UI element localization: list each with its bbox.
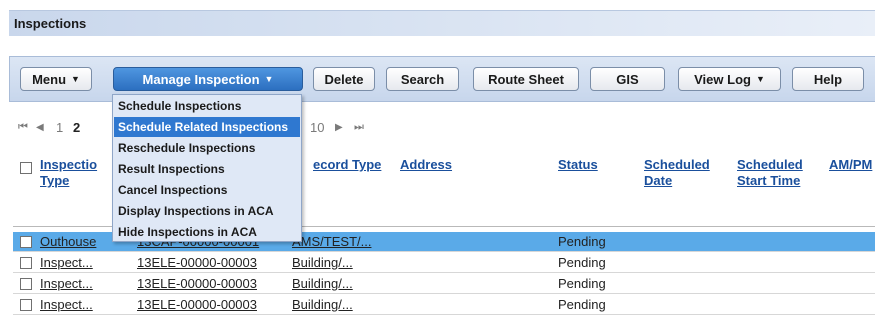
- menu-button[interactable]: Menu ▼: [20, 67, 92, 91]
- chevron-down-icon: ▼: [264, 74, 274, 84]
- inspection-type-link[interactable]: Inspect...: [40, 255, 93, 270]
- menu-item-reschedule-inspections[interactable]: Reschedule Inspections: [114, 138, 300, 158]
- row-checkbox[interactable]: [20, 278, 32, 290]
- column-header-record-type[interactable]: ecord Type: [313, 157, 381, 173]
- prev-page-icon[interactable]: ◀: [36, 122, 44, 133]
- record-type-link[interactable]: Building/...: [292, 297, 353, 312]
- row-checkbox[interactable]: [20, 299, 32, 311]
- status-cell: Pending: [558, 234, 606, 249]
- page-link-2[interactable]: 2: [73, 120, 80, 135]
- chevron-down-icon: ▼: [755, 74, 765, 84]
- record-id-link[interactable]: 13ELE-00000-00003: [137, 276, 257, 291]
- inspection-type-link[interactable]: Inspect...: [40, 276, 93, 291]
- page-title: Inspections: [14, 16, 87, 31]
- status-cell: Pending: [558, 255, 606, 270]
- status-cell: Pending: [558, 276, 606, 291]
- gis-button-label: GIS: [616, 71, 639, 87]
- route-sheet-button[interactable]: Route Sheet: [473, 67, 579, 91]
- chevron-down-icon: ▼: [71, 74, 80, 84]
- menu-item-cancel-inspections[interactable]: Cancel Inspections: [114, 180, 300, 200]
- inspection-type-link[interactable]: Outhouse: [40, 234, 96, 249]
- view-log-label: View Log: [694, 71, 751, 87]
- select-all-checkbox[interactable]: [20, 162, 32, 174]
- menu-item-schedule-related-inspections[interactable]: Schedule Related Inspections: [114, 117, 300, 137]
- column-header-ampm[interactable]: AM/PM: [829, 157, 872, 173]
- table-row[interactable]: Inspect... 13ELE-00000-00003 Building/..…: [13, 295, 875, 315]
- row-checkbox[interactable]: [20, 257, 32, 269]
- gis-button[interactable]: GIS: [590, 67, 665, 91]
- column-header-scheduled-start-time[interactable]: Scheduled Start Time: [737, 157, 803, 189]
- row-checkbox[interactable]: [20, 236, 32, 248]
- search-button-label: Search: [400, 71, 445, 87]
- search-button[interactable]: Search: [386, 67, 459, 91]
- table-row[interactable]: Inspect... 13ELE-00000-00003 Building/..…: [13, 253, 875, 273]
- page-link-10[interactable]: 10: [310, 120, 324, 135]
- next-page-icon[interactable]: ▶: [335, 122, 343, 133]
- column-header-inspection-type[interactable]: Inspectio Type: [40, 157, 97, 189]
- status-cell: Pending: [558, 297, 606, 312]
- record-id-link[interactable]: 13ELE-00000-00003: [137, 297, 257, 312]
- menu-item-display-inspections-aca[interactable]: Display Inspections in ACA: [114, 201, 300, 221]
- route-sheet-button-label: Route Sheet: [488, 71, 564, 87]
- record-type-link[interactable]: AMS/TEST/...: [292, 234, 371, 249]
- delete-button[interactable]: Delete: [313, 67, 375, 91]
- record-type-link[interactable]: Building/...: [292, 276, 353, 291]
- inspection-type-link[interactable]: Inspect...: [40, 297, 93, 312]
- manage-inspection-dropdown: Schedule Inspections Schedule Related In…: [112, 94, 302, 242]
- column-header-address[interactable]: Address: [400, 157, 452, 173]
- manage-inspection-button[interactable]: Manage Inspection ▼: [113, 67, 303, 91]
- view-log-button[interactable]: View Log ▼: [678, 67, 781, 91]
- menu-item-hide-inspections-aca[interactable]: Hide Inspections in ACA: [114, 222, 300, 242]
- column-header-scheduled-date[interactable]: Scheduled Date: [644, 157, 710, 189]
- record-id-link[interactable]: 13ELE-00000-00003: [137, 255, 257, 270]
- manage-inspection-label: Manage Inspection: [142, 71, 260, 87]
- page-link-1[interactable]: 1: [56, 120, 63, 135]
- menu-button-label: Menu: [32, 71, 67, 87]
- table-row[interactable]: Inspect... 13ELE-00000-00003 Building/..…: [13, 274, 875, 294]
- help-button-label: Help: [813, 71, 843, 87]
- record-type-link[interactable]: Building/...: [292, 255, 353, 270]
- delete-button-label: Delete: [324, 71, 364, 87]
- menu-item-result-inspections[interactable]: Result Inspections: [114, 159, 300, 179]
- first-page-icon[interactable]: ⏮: [18, 121, 28, 134]
- menu-item-schedule-inspections[interactable]: Schedule Inspections: [114, 96, 300, 116]
- page-title-bar: Inspections: [9, 10, 875, 36]
- help-button[interactable]: Help: [792, 67, 864, 91]
- column-header-status[interactable]: Status: [558, 157, 598, 173]
- last-page-icon[interactable]: ⏭: [354, 121, 364, 134]
